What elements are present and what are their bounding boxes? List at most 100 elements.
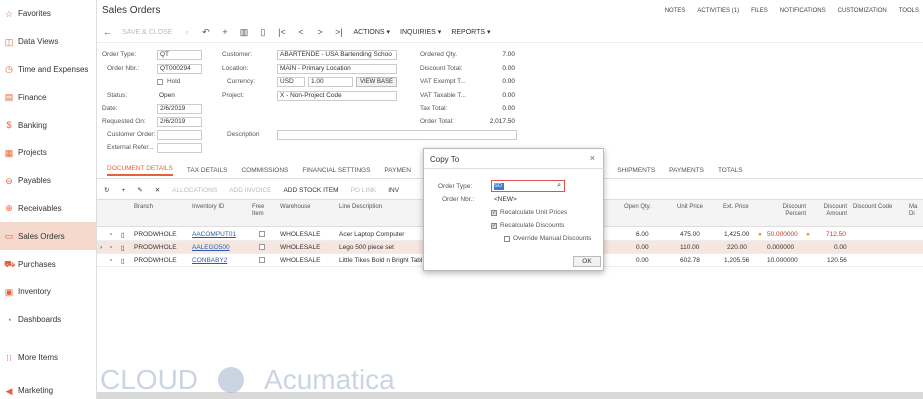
sidebar-item-dashboards[interactable]: ◔ Dashboards (0, 306, 96, 334)
allocations-button[interactable]: ALLOCATIONS (172, 187, 217, 194)
recalc-prices-checkbox[interactable]: ✓ (491, 210, 497, 216)
recalc-discounts-checkbox[interactable]: ✓ (491, 223, 497, 229)
tab-shipments[interactable]: SHIPMENTS (617, 167, 655, 174)
sidebar-item-finance[interactable]: ▤ Finance (0, 83, 96, 111)
sidebar-item-projects[interactable]: ▦ Projects (0, 139, 96, 167)
col-warehouse[interactable]: Warehouse (280, 204, 310, 211)
dialog-order-type-value: SO (494, 183, 504, 190)
po-link-button[interactable]: PO LINK (351, 187, 377, 194)
col-inventory-id[interactable]: Inventory ID (192, 204, 224, 211)
sidebar-item-banking[interactable]: $ Banking (0, 111, 96, 139)
cell-inventory-id[interactable]: AALEGO500 (192, 244, 230, 251)
ok-button[interactable]: OK (573, 256, 601, 267)
activities-link[interactable]: ACTIVITIES (1) (697, 8, 739, 14)
col-discount-percent[interactable]: Discount Percent (772, 204, 806, 218)
notes-link[interactable]: NOTES (665, 8, 686, 14)
sidebar-item-data-views[interactable]: ◫ Data Views (0, 28, 96, 56)
location-field[interactable]: MAIN - Primary Location (277, 64, 397, 74)
col-discount-amount[interactable]: Discount Amount (819, 204, 847, 218)
reports-menu[interactable]: REPORTS ▾ (451, 28, 490, 36)
notifications-link[interactable]: NOTIFICATIONS (780, 8, 826, 14)
view-base-button[interactable]: VIEW BASE (356, 77, 398, 87)
free-item-checkbox[interactable] (259, 244, 265, 250)
close-icon[interactable]: × (590, 153, 595, 163)
tab-payments[interactable]: PAYMENTS (669, 167, 704, 174)
edit-icon[interactable]: ✎ (137, 186, 142, 194)
requested-on-field[interactable]: 2/6/2019 (157, 117, 202, 127)
add-stock-item-button[interactable]: ADD STOCK ITEM (283, 187, 338, 194)
col-ext-price[interactable]: Ext. Price (723, 204, 749, 211)
cart-icon: ▭ (4, 231, 14, 242)
col-branch[interactable]: Branch (134, 204, 153, 211)
free-item-checkbox[interactable] (259, 231, 265, 237)
cell-line-description: Acer Laptop Computer (339, 231, 405, 238)
cell-ext-price: 220.00 (727, 244, 747, 251)
refresh-icon[interactable]: ↻ (104, 186, 109, 194)
undo-icon[interactable]: ↶ (201, 27, 210, 38)
cell-inventory-id[interactable]: CONBABY2 (192, 257, 227, 264)
free-item-checkbox[interactable] (259, 257, 265, 263)
inventory-icon: ▣ (4, 286, 14, 297)
col-unit-price[interactable]: Unit Price (677, 204, 703, 211)
save-icon[interactable]: ▫ (182, 27, 191, 37)
tab-totals[interactable]: TOTALS (718, 167, 743, 174)
dialog-order-type-input[interactable]: SO ⌕ (491, 180, 565, 192)
delete-row-icon[interactable]: ✕ (155, 186, 160, 194)
tab-tax-details[interactable]: TAX DETAILS (187, 167, 228, 174)
sidebar-item-marketing[interactable]: ◀ Marketing (0, 377, 97, 399)
sidebar-more-items[interactable]: ⁝⁝ More Items (0, 349, 97, 366)
col-open-qty[interactable]: Open Qty. (624, 204, 651, 211)
inquiries-menu[interactable]: INQUIRIES ▾ (400, 28, 441, 36)
next-record-icon[interactable]: > (315, 27, 324, 37)
external-ref-field[interactable] (157, 143, 202, 153)
col-manual-discount[interactable]: Ma Di (909, 204, 921, 218)
customer-field[interactable]: ABARTENDE - USA Bartending Schoo (277, 50, 397, 60)
top-bar: Sales Orders NOTES ACTIVITIES (1) FILES … (97, 0, 923, 21)
first-record-icon[interactable]: |< (277, 27, 286, 37)
sidebar-item-receivables[interactable]: ⊕ Receivables (0, 195, 96, 223)
copy-icon[interactable]: ▯ (258, 27, 267, 38)
add-invoice-button[interactable]: ADD INVOICE (229, 187, 271, 194)
cell-inventory-id[interactable]: AACOMPUT01 (192, 231, 236, 238)
megaphone-icon: ◀ (5, 385, 13, 396)
sidebar-item-payables[interactable]: ⊖ Payables (0, 167, 96, 195)
tab-document-details[interactable]: DOCUMENT DETAILS (107, 165, 173, 176)
col-line-description[interactable]: Line Description (339, 204, 382, 211)
delete-icon[interactable]: ▥ (239, 27, 249, 38)
override-manual-checkbox[interactable] (504, 236, 510, 242)
order-type-field[interactable]: QT (157, 50, 202, 60)
date-field[interactable]: 2/6/2019 (157, 104, 202, 114)
actions-menu[interactable]: ACTIONS ▾ (353, 28, 390, 36)
files-link[interactable]: FILES (751, 8, 768, 14)
sidebar-item-sales-orders[interactable]: ▭ Sales Orders (0, 222, 96, 251)
col-free-item[interactable]: Free Item (252, 204, 272, 218)
search-icon[interactable]: ⌕ (557, 182, 561, 190)
tab-commissions[interactable]: COMMISSIONS (241, 167, 288, 174)
sidebar-item-favorites[interactable]: ☆ Favorites (0, 0, 96, 28)
prev-record-icon[interactable]: < (296, 27, 305, 37)
order-nbr-field[interactable]: QT000294 (157, 64, 202, 74)
sidebar-item-time-expenses[interactable]: ◷ Time and Expenses (0, 56, 96, 84)
last-record-icon[interactable]: >| (334, 27, 343, 37)
sidebar-item-inventory[interactable]: ▣ Inventory (0, 278, 96, 306)
save-close-button[interactable]: SAVE & CLOSE (122, 29, 172, 36)
tools-link[interactable]: TOOLS (899, 8, 919, 14)
customer-order-field[interactable] (157, 130, 202, 140)
col-discount-code[interactable]: Discount Code (853, 204, 892, 211)
description-field[interactable] (277, 130, 517, 140)
add-row-icon[interactable]: + (121, 187, 125, 194)
row-pointer-icon: › (100, 244, 103, 251)
currency-rate-field[interactable]: 1.00 (308, 77, 353, 87)
sidebar: ☆ Favorites ◫ Data Views ◷ Time and Expense… (0, 0, 97, 399)
tab-financial-settings[interactable]: FINANCIAL SETTINGS (302, 167, 370, 174)
sidebar-item-purchases[interactable]: ⛟ Purchases (0, 250, 96, 278)
dollar-icon: $ (6, 120, 12, 131)
hold-checkbox[interactable] (157, 79, 163, 85)
currency-field[interactable]: USD (277, 77, 305, 87)
add-icon[interactable]: + (220, 27, 229, 37)
back-icon[interactable]: ← (103, 27, 112, 37)
tab-payment-settings[interactable]: PAYMEN (384, 167, 411, 174)
customization-link[interactable]: CUSTOMIZATION (838, 8, 887, 14)
inventory-button[interactable]: INV (388, 187, 399, 194)
project-field[interactable]: X - Non-Project Code (277, 91, 397, 101)
